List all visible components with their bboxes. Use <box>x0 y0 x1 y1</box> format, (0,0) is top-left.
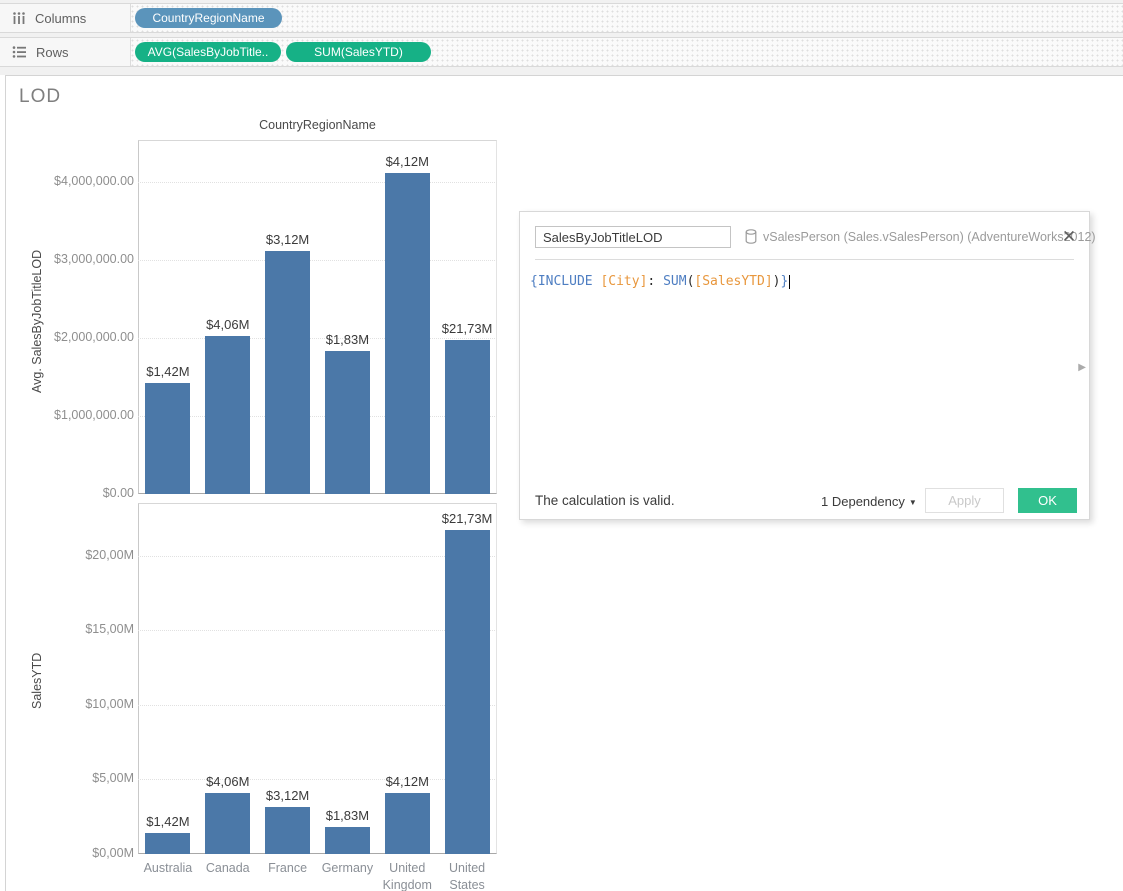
bar-value-label: $4,12M <box>362 774 452 789</box>
bar-value-label: $4,06M <box>183 317 273 332</box>
formula-text: {INCLUDE [City]: SUM([SalesYTD])} <box>530 274 790 289</box>
formula-token: SUM <box>663 274 686 289</box>
apply-button[interactable]: Apply <box>925 488 1004 513</box>
y-tick-label: $0.00 <box>6 486 134 500</box>
y-tick-label: $4,000,000.00 <box>6 174 134 188</box>
x-axis-label: Canada <box>194 860 262 877</box>
bar-value-label: $1,42M <box>123 814 213 829</box>
columns-shelf-label: Columns <box>35 11 86 26</box>
y-tick-label: $5,00M <box>6 771 134 785</box>
rows-shelf-label: Rows <box>36 45 69 60</box>
columns-icon <box>12 11 26 25</box>
columns-shelf-label-cell: Columns <box>0 4 131 32</box>
calculation-editor-dialog: vSalesPerson (Sales.vSalesPerson) (Adven… <box>519 211 1090 520</box>
y-tick-label: $1,000,000.00 <box>6 408 134 422</box>
y-axis-title-bottom: SalesYTD <box>30 636 44 726</box>
bar-united-kingdom[interactable] <box>385 793 430 854</box>
bar-value-label: $4,06M <box>183 774 273 789</box>
tableau-workspace: Columns CountryRegionName Rows AVG(Sales… <box>0 0 1123 891</box>
close-icon[interactable]: ✕ <box>1059 227 1079 247</box>
x-axis-label: Australia <box>134 860 202 877</box>
bar-united-states[interactable] <box>445 530 490 854</box>
expand-panel-icon[interactable]: ▶ <box>1078 362 1086 373</box>
shelf-area: Columns CountryRegionName Rows AVG(Sales… <box>0 0 1123 75</box>
gridline <box>138 705 497 706</box>
bar-value-label: $21,73M <box>422 321 512 336</box>
bar-value-label: $3,12M <box>243 232 333 247</box>
x-axis-label: Germany <box>313 860 381 877</box>
formula-editor[interactable]: {INCLUDE [City]: SUM([SalesYTD])} <box>520 260 1075 480</box>
y-tick-label: $2,000,000.00 <box>6 330 134 344</box>
x-axis-label: United States <box>433 860 501 891</box>
x-axis-label: United Kingdom <box>373 860 441 891</box>
bar-germany[interactable] <box>325 351 370 494</box>
pill-country-region-name[interactable]: CountryRegionName <box>135 8 282 28</box>
gridline <box>138 630 497 631</box>
formula-token: {INCLUDE <box>530 274 600 289</box>
bar-germany[interactable] <box>325 827 370 854</box>
database-icon <box>745 229 757 244</box>
dependency-dropdown[interactable]: 1 Dependency ▼ <box>821 494 917 509</box>
gridline <box>138 416 497 417</box>
pill-sum-salesytd[interactable]: SUM(SalesYTD) <box>286 42 431 62</box>
pill-avg-salesbyjobtitle[interactable]: AVG(SalesByJobTitle.. <box>135 42 281 62</box>
formula-token: : <box>647 274 663 289</box>
bar-value-label: $4,12M <box>362 154 452 169</box>
x-axis-label: France <box>254 860 322 877</box>
formula-token: [City] <box>600 274 647 289</box>
y-tick-label: $3,000,000.00 <box>6 252 134 266</box>
y-tick-label: $10,00M <box>6 697 134 711</box>
calculation-name-input[interactable] <box>535 226 731 248</box>
bar-france[interactable] <box>265 251 310 494</box>
column-field-header: CountryRegionName <box>138 118 497 132</box>
ok-button[interactable]: OK <box>1018 488 1077 513</box>
y-tick-label: $15,00M <box>6 622 134 636</box>
datasource-row: vSalesPerson (Sales.vSalesPerson) (Adven… <box>745 229 1096 244</box>
bar-united-states[interactable] <box>445 340 490 494</box>
gridline <box>138 182 497 183</box>
bar-value-label: $21,73M <box>422 511 512 526</box>
bar-value-label: $3,12M <box>243 788 333 803</box>
bar-value-label: $1,83M <box>302 332 392 347</box>
gridline <box>138 556 497 557</box>
dependency-label: 1 Dependency <box>821 494 905 509</box>
gridline <box>138 260 497 261</box>
bar-value-label: $1,83M <box>302 808 392 823</box>
y-tick-label: $20,00M <box>6 548 134 562</box>
bar-australia[interactable] <box>145 833 190 854</box>
formula-token: } <box>781 274 789 289</box>
bar-canada[interactable] <box>205 336 250 494</box>
rows-shelf-label-cell: Rows <box>0 38 131 66</box>
formula-token: ) <box>773 274 781 289</box>
columns-shelf[interactable]: Columns CountryRegionName <box>0 3 1123 33</box>
validation-status: The calculation is valid. <box>535 493 675 508</box>
bar-value-label: $1,42M <box>123 364 213 379</box>
rows-shelf[interactable]: Rows AVG(SalesByJobTitle.. SUM(SalesYTD) <box>0 37 1123 67</box>
datasource-label: vSalesPerson (Sales.vSalesPerson) (Adven… <box>763 230 1096 244</box>
y-tick-label: $0,00M <box>6 846 134 860</box>
formula-token: [SalesYTD] <box>694 274 772 289</box>
sheet-title: LOD <box>19 86 61 108</box>
text-cursor <box>789 275 790 289</box>
chevron-down-icon: ▼ <box>909 498 917 507</box>
bar-australia[interactable] <box>145 383 190 494</box>
rows-icon <box>12 45 27 59</box>
